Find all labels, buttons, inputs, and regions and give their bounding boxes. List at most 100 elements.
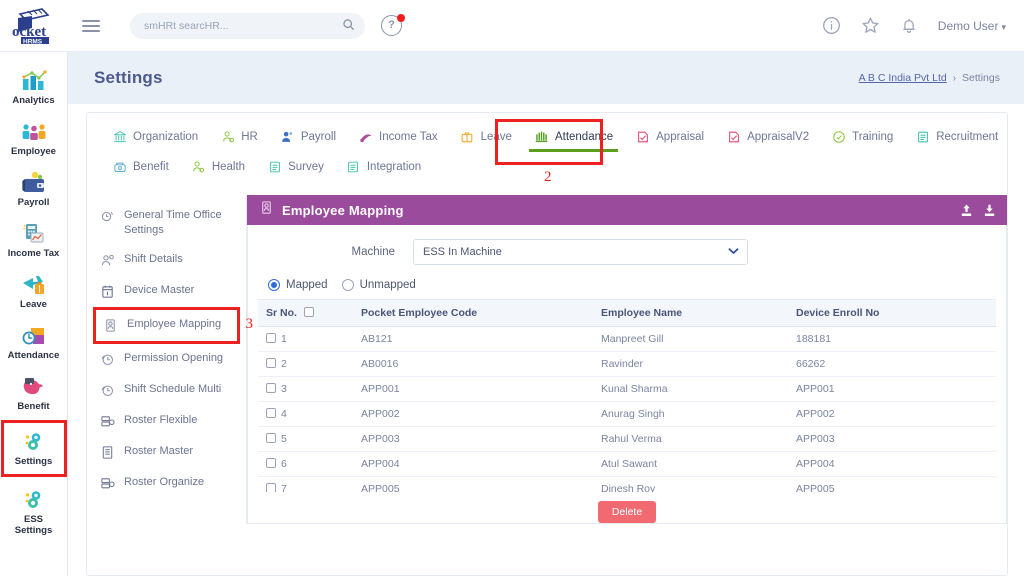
- tab-label: Attendance: [554, 130, 614, 143]
- row-checkbox[interactable]: [266, 333, 276, 343]
- tab-appraisal-v2[interactable]: AppraisalV2: [715, 123, 820, 151]
- cell-sr-no-label: 3: [281, 383, 287, 395]
- table-row[interactable]: 3 APP001 Kunal Sharma APP001: [258, 376, 996, 402]
- submenu-item-general-time-office-settings[interactable]: General Time Office Settings: [93, 201, 246, 245]
- tab-attendance[interactable]: Attendance: [523, 123, 624, 152]
- rail-item-payroll[interactable]: Payroll: [1, 164, 67, 215]
- table-row[interactable]: 2 AB0016 Ravinder 66262: [258, 351, 996, 377]
- cell-sr-no: 1: [258, 326, 353, 352]
- tab-health[interactable]: Health: [180, 153, 256, 181]
- tab-integration[interactable]: Integration: [335, 153, 432, 181]
- submenu-item-roster-organize[interactable]: Roster Organize: [93, 468, 246, 499]
- ess-label-line2: Settings: [14, 525, 53, 537]
- rail-item-label: Leave: [20, 298, 47, 310]
- radio-mapped[interactable]: Mapped: [268, 279, 328, 291]
- panel-body: Machine ESS In Machine Mapped Unmapped S…: [247, 225, 1007, 524]
- tab-leave[interactable]: Leave: [449, 123, 523, 151]
- table-row[interactable]: 5 APP003 Rahul Verma APP003: [258, 426, 996, 452]
- row-checkbox[interactable]: [266, 458, 276, 468]
- tab-recruitment[interactable]: Recruitment: [904, 123, 1007, 151]
- rail-item-label: Benefit: [17, 400, 50, 412]
- bell-icon[interactable]: [900, 16, 918, 35]
- radio-mapped-dot: [268, 279, 280, 291]
- income-tax-icon: [358, 129, 373, 144]
- table-header-row: Sr No. Pocket Employee Code Employee Nam…: [258, 299, 996, 327]
- table-row[interactable]: 6 APP004 Atul Sawant APP004: [258, 451, 996, 477]
- rail-item-leave[interactable]: Leave: [1, 266, 67, 317]
- rail-item-settings[interactable]: Settings 1: [0, 420, 80, 478]
- rail-item-benefit[interactable]: Benefit: [1, 368, 67, 419]
- submenu-item-roster-flexible[interactable]: Roster Flexible: [93, 406, 246, 437]
- pocket-hrms-logo[interactable]: ocket HRMS: [0, 6, 68, 46]
- tab-label: Organization: [133, 130, 199, 143]
- table-row[interactable]: 4 APP002 Anurag Singh APP002: [258, 401, 996, 427]
- tab-label: Payroll: [300, 130, 336, 143]
- radio-unmapped[interactable]: Unmapped: [341, 279, 416, 291]
- submenu-item-device-master[interactable]: Device Master: [93, 276, 246, 307]
- chevron-down-icon: [728, 246, 739, 258]
- tab-label: Leave: [480, 130, 512, 143]
- hamburger-menu-button[interactable]: [74, 19, 108, 32]
- machine-select[interactable]: ESS In Machine: [413, 239, 748, 265]
- delete-button[interactable]: Delete: [597, 501, 657, 523]
- rail-item-income-tax[interactable]: Income Tax: [1, 215, 67, 266]
- shift-clock-icon: [99, 382, 116, 399]
- help-notification-dot: [397, 13, 405, 22]
- search-box[interactable]: [130, 12, 365, 39]
- rail-item-attendance[interactable]: Attendance: [1, 317, 67, 368]
- table-row[interactable]: 7 APP005 Dinesh Roy APP005: [258, 476, 996, 492]
- employee-mapping-table-scroll[interactable]: Sr No. Pocket Employee Code Employee Nam…: [258, 299, 996, 492]
- breadcrumb-company-link[interactable]: A B C India Pvt Ltd: [859, 72, 947, 84]
- select-all-checkbox[interactable]: [303, 307, 314, 317]
- row-checkbox[interactable]: [266, 408, 276, 418]
- row-checkbox[interactable]: [266, 483, 276, 492]
- user-menu[interactable]: Demo User ▾: [938, 19, 1006, 33]
- tab-hr[interactable]: HR: [209, 123, 269, 151]
- table-head: Sr No. Pocket Employee Code Employee Nam…: [258, 299, 996, 327]
- tab-income-tax[interactable]: Income Tax: [347, 123, 449, 151]
- row-checkbox[interactable]: [266, 358, 276, 368]
- submenu-item-shift-details[interactable]: Shift Details: [93, 245, 246, 276]
- upload-icon[interactable]: [959, 203, 974, 218]
- help-button[interactable]: ?: [381, 13, 405, 37]
- tab-label: AppraisalV2: [747, 130, 810, 143]
- tab-survey[interactable]: Survey: [256, 153, 335, 181]
- cell-pocket-employee-code: AB121: [353, 326, 593, 352]
- employee-mapping-icon: [102, 317, 119, 334]
- submenu-item-roster-master[interactable]: Roster Master: [93, 437, 246, 468]
- search-input[interactable]: [144, 19, 342, 32]
- row-checkbox[interactable]: [266, 433, 276, 443]
- tab-payroll[interactable]: Payroll: [269, 123, 347, 151]
- row-checkbox[interactable]: [266, 383, 276, 393]
- cell-employee-name: Kunal Sharma: [593, 376, 788, 402]
- table-row[interactable]: 1 AB121 Manpreet Gill 188181: [258, 326, 996, 352]
- cell-sr-no-label: 1: [281, 333, 287, 345]
- breadcrumb-separator: ›: [952, 72, 957, 84]
- tab-appraisal[interactable]: Appraisal: [624, 123, 715, 151]
- submenu-item-permission-opening[interactable]: Permission Opening: [93, 344, 246, 375]
- integration-icon: [346, 159, 361, 174]
- submenu-item-shift-schedule-multi[interactable]: Shift Schedule Multi: [93, 375, 246, 406]
- submenu-item-employee-mapping[interactable]: Employee Mapping 3: [93, 306, 253, 344]
- cell-device-enroll-no: 188181: [788, 326, 996, 352]
- panel-title: Employee Mapping: [282, 202, 404, 218]
- info-circle-icon[interactable]: [822, 16, 841, 35]
- app-root: ocket HRMS ?: [0, 0, 1024, 576]
- rail-item-label: Payroll: [17, 196, 50, 208]
- tab-benefit[interactable]: Benefit: [101, 153, 180, 181]
- rail-item-employee[interactable]: Employee: [1, 113, 67, 164]
- tab-organization[interactable]: Organization: [101, 123, 209, 151]
- submenu-item-label: General Time Office Settings: [124, 209, 222, 236]
- rail-item-analytics[interactable]: Analytics: [1, 62, 67, 113]
- rail-item-ess-settings[interactable]: ESS Settings: [1, 481, 67, 543]
- tab-training[interactable]: Training: [820, 123, 904, 151]
- cell-sr-no-label: 6: [281, 458, 287, 470]
- health-person-icon: [191, 159, 206, 174]
- search-icon[interactable]: [342, 18, 355, 33]
- download-icon[interactable]: [982, 203, 997, 218]
- rail-item-label: Attendance: [7, 349, 60, 361]
- cell-employee-name: Rahul Verma: [593, 426, 788, 452]
- column-header-employee-name: Employee Name: [593, 299, 788, 327]
- hamburger-line: [82, 19, 100, 22]
- star-icon[interactable]: [861, 16, 880, 35]
